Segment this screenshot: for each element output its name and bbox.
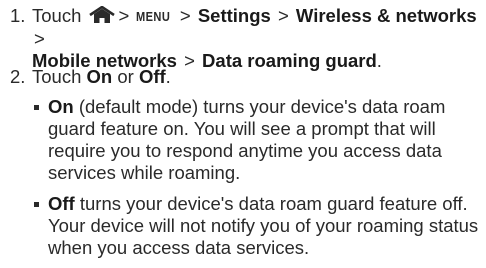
path-separator: > bbox=[179, 5, 191, 26]
bullet-text: turns your device's data roam guard feat… bbox=[48, 193, 479, 258]
menu-key-icon: MENU bbox=[136, 9, 171, 24]
step-1: 1. Touch > MENU > Settings > Wireless & … bbox=[0, 5, 486, 71]
bullet-term: On bbox=[48, 96, 74, 117]
path-separator: > bbox=[118, 5, 130, 26]
instruction-page: 1. Touch > MENU > Settings > Wireless & … bbox=[0, 0, 486, 267]
bullet-square-icon bbox=[34, 105, 39, 110]
home-icon bbox=[87, 5, 117, 24]
conjunction: or bbox=[117, 66, 134, 87]
step-1-text: Touch > MENU > Settings > Wireless & net… bbox=[32, 5, 480, 72]
step-number: 2. bbox=[10, 66, 26, 87]
step-lead: Touch bbox=[32, 5, 82, 26]
step-lead: Touch bbox=[32, 66, 82, 87]
option-off: Off bbox=[138, 66, 166, 87]
option-list: On (default mode) turns your device's da… bbox=[34, 96, 482, 268]
sentence-end: . bbox=[165, 66, 171, 87]
list-item: Off turns your device's data roam guard … bbox=[34, 193, 482, 259]
path-wireless-networks: Wireless & networks bbox=[295, 5, 477, 26]
step-2: 2. Touch On or Off. On (default mode) tu… bbox=[0, 66, 486, 266]
bullet-text: (default mode) turns your device's data … bbox=[48, 96, 446, 183]
path-separator: > bbox=[277, 5, 289, 26]
step-2-text: Touch On or Off. bbox=[32, 66, 480, 88]
path-settings: Settings bbox=[197, 5, 271, 26]
path-separator: > bbox=[34, 28, 45, 49]
bullet-square-icon bbox=[34, 202, 39, 207]
option-on: On bbox=[86, 66, 113, 87]
step-number: 1. bbox=[10, 5, 26, 26]
bullet-term: Off bbox=[48, 193, 75, 214]
list-item: On (default mode) turns your device's da… bbox=[34, 96, 482, 184]
